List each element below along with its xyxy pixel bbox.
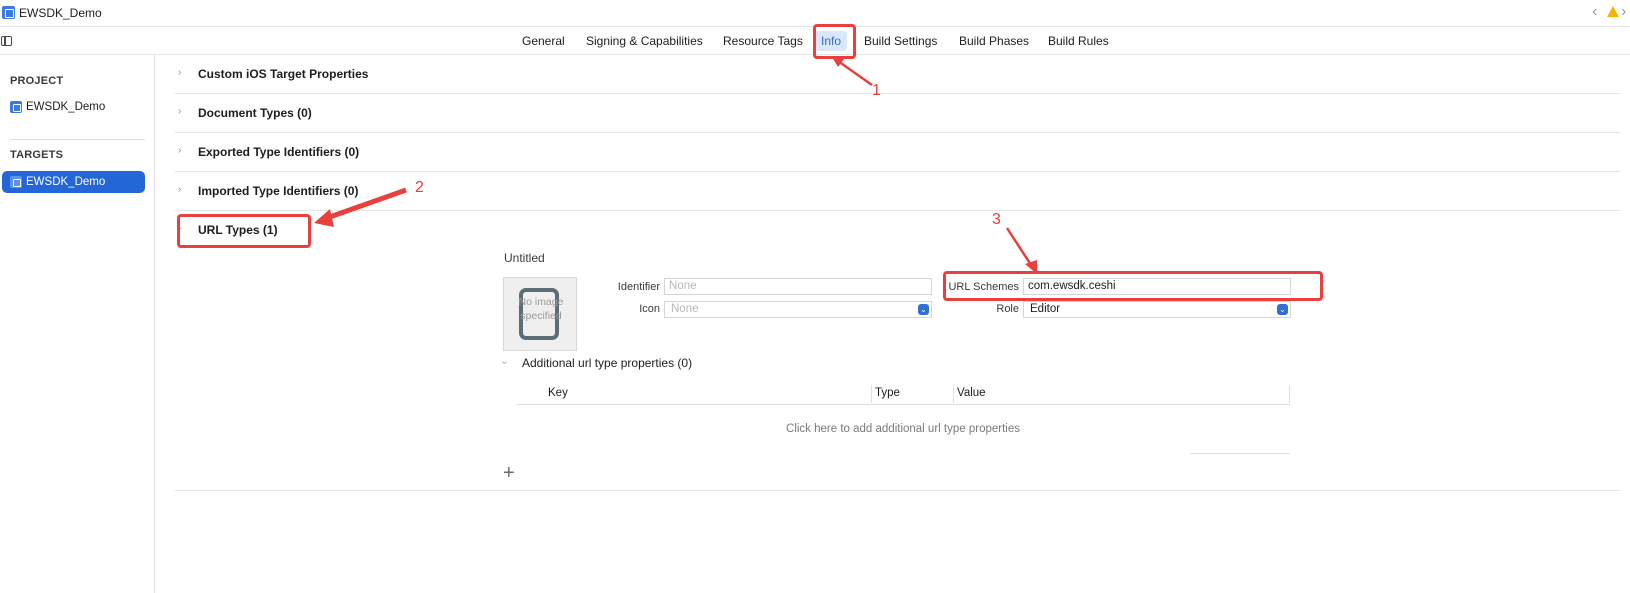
app-icon: [2, 6, 15, 19]
chevron-right-icon[interactable]: ›: [178, 145, 181, 156]
section-label: Document Types (0): [198, 106, 312, 120]
url-type-image-well[interactable]: No image specified: [503, 277, 577, 351]
section-custom-ios-target-properties[interactable]: › Custom iOS Target Properties: [175, 55, 1620, 94]
tab-build-phases[interactable]: Build Phases: [953, 31, 1035, 51]
column-separator: [871, 385, 872, 403]
tab-signing-capabilities[interactable]: Signing & Capabilities: [580, 31, 709, 51]
role-popup[interactable]: Editor ⌄: [1023, 301, 1291, 318]
chevron-right-icon[interactable]: ›: [178, 184, 181, 195]
project-navigator-sidebar: PROJECT EWSDK_Demo TARGETS EWSDK_Demo: [0, 55, 155, 593]
role-value: Editor: [1030, 303, 1061, 315]
icon-placeholder: None: [671, 303, 699, 315]
project-icon: [10, 101, 22, 113]
back-chevron-icon[interactable]: ‹: [1592, 3, 1597, 21]
identifier-placeholder: None: [669, 280, 697, 292]
empty-table-placeholder[interactable]: Click here to add additional url type pr…: [516, 423, 1290, 435]
column-separator: [1289, 385, 1290, 403]
annotation-box-url-types: [177, 214, 311, 248]
annotation-box-info-tab: [813, 24, 856, 59]
annotation-number-2: 2: [415, 179, 424, 196]
chevron-right-icon[interactable]: ›: [178, 106, 181, 117]
forward-chevron-icon[interactable]: ›: [1621, 3, 1626, 21]
column-separator: [953, 385, 954, 403]
column-value[interactable]: Value: [957, 387, 986, 399]
tab-general[interactable]: General: [516, 31, 571, 51]
url-type-name[interactable]: Untitled: [504, 251, 545, 265]
annotation-number-1: 1: [872, 82, 881, 99]
properties-table-header: Key Type Value: [516, 383, 1290, 405]
column-type[interactable]: Type: [875, 387, 900, 399]
window-title: EWSDK_Demo: [19, 6, 102, 20]
tab-resource-tags[interactable]: Resource Tags: [717, 31, 809, 51]
add-url-type-plus-icon[interactable]: +: [503, 462, 515, 485]
info-editor: › Custom iOS Target Properties › Documen…: [156, 55, 1630, 593]
tab-build-settings[interactable]: Build Settings: [858, 31, 943, 51]
identifier-label: Identifier: [617, 281, 660, 293]
sidebar-item-label: EWSDK_Demo: [26, 101, 106, 113]
section-exported-type-identifiers[interactable]: › Exported Type Identifiers (0): [175, 133, 1620, 172]
additional-properties-label: Additional url type properties (0): [522, 356, 693, 370]
section-document-types[interactable]: › Document Types (0): [175, 94, 1620, 133]
sidebar-divider: [10, 139, 145, 140]
warning-icon[interactable]: [1607, 6, 1619, 17]
annotation-arrow-2: [314, 187, 407, 227]
popup-stepper-icon: ⌄: [918, 304, 929, 315]
section-label: Exported Type Identifiers (0): [198, 145, 360, 159]
window-title-bar: EWSDK_Demo ‹ ›: [0, 0, 1630, 27]
table-bottom-line: [1190, 453, 1290, 454]
targets-section-header: TARGETS: [10, 149, 64, 161]
chevron-down-icon[interactable]: ›: [499, 361, 510, 364]
sidebar-item-target[interactable]: EWSDK_Demo: [2, 171, 145, 193]
icon-popup[interactable]: None ⌄: [664, 301, 932, 318]
chevron-right-icon[interactable]: ›: [178, 67, 181, 78]
sidebar-item-project[interactable]: EWSDK_Demo: [2, 96, 145, 118]
annotation-arrow-3: [1005, 227, 1037, 274]
tab-build-rules[interactable]: Build Rules: [1042, 31, 1115, 51]
column-key[interactable]: Key: [548, 387, 568, 399]
section-divider: [175, 490, 1620, 491]
section-label: Custom iOS Target Properties: [198, 67, 369, 81]
sidebar-toggle-icon[interactable]: [1, 36, 12, 46]
project-section-header: PROJECT: [10, 75, 64, 87]
role-label: Role: [996, 303, 1019, 315]
sidebar-item-label: EWSDK_Demo: [26, 176, 106, 188]
annotation-box-url-schemes: [943, 271, 1323, 301]
icon-label: Icon: [639, 303, 660, 315]
identifier-field[interactable]: None: [664, 278, 932, 295]
popup-stepper-icon: ⌄: [1277, 304, 1288, 315]
target-icon: [10, 176, 22, 188]
no-image-text: No image specified: [518, 296, 564, 322]
annotation-number-3: 3: [992, 211, 1001, 228]
